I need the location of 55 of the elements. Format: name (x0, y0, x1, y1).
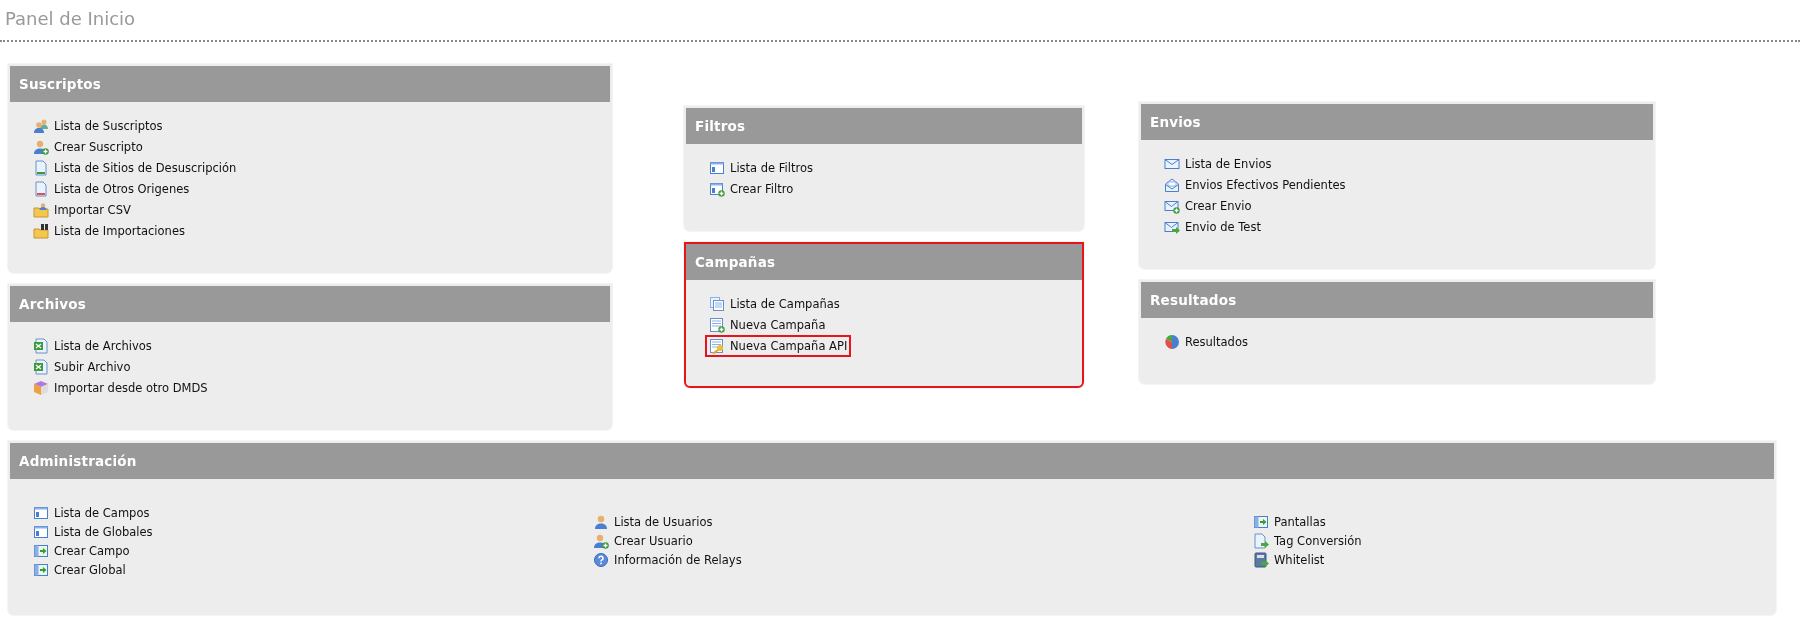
user-add-icon (33, 138, 49, 155)
panel-header: Campañas (686, 244, 1082, 280)
menu-link[interactable]: Tag Conversión (1249, 530, 1366, 552)
menu-link[interactable]: Crear Envio (1160, 194, 1256, 217)
spreadsheet-icon (33, 358, 49, 375)
window-icon (709, 159, 725, 176)
pages-icon (709, 295, 725, 312)
pie-chart-icon (1164, 333, 1180, 350)
menu-link[interactable]: Nueva Campaña API (705, 334, 852, 357)
panel-header: Filtros (686, 108, 1082, 144)
envelope-icon (1164, 176, 1180, 193)
menu-link[interactable]: Lista de Usuarios (589, 511, 717, 533)
user-icon (593, 514, 609, 530)
panel-header: Envios (1141, 104, 1653, 140)
window-add-icon (709, 180, 725, 197)
menu-link[interactable]: Crear Suscripto (29, 135, 147, 158)
menu-link[interactable]: Lista de Sitios de Desuscripción (29, 156, 241, 179)
spreadsheet-icon (33, 337, 49, 354)
menu-link[interactable]: Crear Usuario (589, 530, 697, 552)
menu-link[interactable]: Lista de Otros Origenes (29, 177, 194, 200)
user-add-icon (593, 533, 609, 549)
menu-link[interactable]: Lista de Importaciones (29, 219, 189, 242)
menu-link[interactable]: Lista de Filtros (705, 156, 817, 179)
panel-header: Administración (10, 443, 1774, 479)
menu-link[interactable]: Whitelist (1249, 549, 1329, 571)
users-icon (33, 117, 49, 134)
folder-icon (33, 201, 49, 218)
menu-link[interactable]: Envio de Test (1160, 215, 1265, 238)
panel-header: Suscriptos (10, 66, 610, 102)
document-arrow-icon (1253, 533, 1269, 549)
panel-header: Resultados (1141, 282, 1653, 318)
page-title: Panel de Inicio (5, 8, 136, 29)
menu-link[interactable]: Envios Efectivos Pendientes (1160, 173, 1350, 196)
menu-link[interactable]: Lista de Envios (1160, 152, 1276, 175)
menu-link[interactable]: Subir Archivo (29, 355, 135, 378)
panel-header: Archivos (10, 286, 610, 322)
sheet-add-icon (709, 316, 725, 333)
menu-link[interactable]: Lista de Suscriptos (29, 114, 167, 137)
window-icon (33, 504, 49, 521)
menu-link[interactable]: Lista de Campañas (705, 292, 844, 315)
menu-link[interactable]: Lista de Archivos (29, 334, 156, 357)
document-icon (33, 159, 49, 176)
cube-icon (33, 379, 49, 396)
menu-link[interactable]: Nueva Campaña (705, 313, 830, 336)
window-icon (33, 523, 49, 540)
menu-link[interactable]: Pantallas (1249, 511, 1330, 533)
menu-link[interactable]: Crear Filtro (705, 177, 798, 200)
menu-link[interactable]: Importar CSV (29, 198, 135, 221)
menu-link[interactable]: Información de Relays (589, 549, 746, 571)
menu-link[interactable]: Importar desde otro DMDS (29, 376, 212, 399)
menu-link[interactable]: Resultados (1160, 330, 1252, 353)
help-icon (593, 552, 609, 568)
folder-icon (33, 222, 49, 239)
document-icon (33, 180, 49, 197)
sheet-key-icon (709, 337, 725, 354)
